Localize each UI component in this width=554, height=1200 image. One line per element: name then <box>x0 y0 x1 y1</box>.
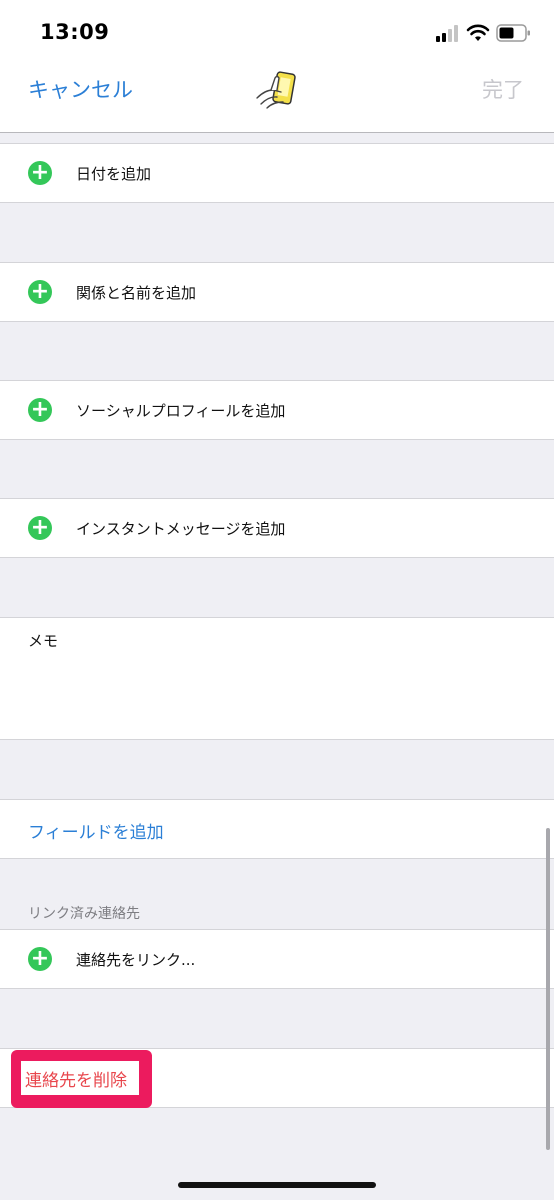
plus-circle-icon[interactable]: + <box>28 280 52 304</box>
status-time: 13:09 <box>40 20 110 44</box>
delete-highlight-box: 連絡先を削除 <box>11 1050 152 1108</box>
add-relation-row[interactable]: + 関係と名前を追加 <box>0 262 554 322</box>
add-field-row[interactable]: フィールドを追加 <box>0 799 554 859</box>
add-social-profile-label: ソーシャルプロフィールを追加 <box>76 402 286 420</box>
link-contact-label: 連絡先をリンク... <box>76 951 196 969</box>
signal-icon <box>436 25 458 42</box>
linked-contacts-header: リンク済み連絡先 <box>28 906 140 922</box>
wifi-icon <box>466 24 490 41</box>
scrollbar[interactable] <box>546 828 550 1150</box>
notes-field[interactable]: メモ <box>0 617 554 740</box>
cancel-button[interactable]: キャンセル <box>28 74 133 104</box>
home-indicator[interactable] <box>178 1182 376 1188</box>
add-date-label: 日付を追加 <box>76 165 152 183</box>
link-contact-row[interactable]: + 連絡先をリンク... <box>0 929 554 989</box>
done-button[interactable]: 完了 <box>482 74 524 104</box>
add-date-row[interactable]: + 日付を追加 <box>0 143 554 203</box>
notes-label: メモ <box>28 632 59 650</box>
nav-divider <box>0 132 554 133</box>
plus-circle-icon[interactable]: + <box>28 398 52 422</box>
add-field-button[interactable]: フィールドを追加 <box>28 818 164 843</box>
plus-circle-icon[interactable]: + <box>28 516 52 540</box>
add-instant-message-row[interactable]: + インスタントメッセージを追加 <box>0 498 554 558</box>
add-relation-label: 関係と名前を追加 <box>76 284 197 302</box>
plus-circle-icon[interactable]: + <box>28 161 52 185</box>
add-social-profile-row[interactable]: + ソーシャルプロフィールを追加 <box>0 380 554 440</box>
add-instant-message-label: インスタントメッセージを追加 <box>76 520 286 538</box>
delete-contact-button[interactable]: 連絡先を削除 <box>25 1066 127 1091</box>
phone-hand-icon <box>256 71 296 109</box>
delete-label-background: 連絡先を削除 <box>21 1061 139 1095</box>
plus-circle-icon[interactable]: + <box>28 947 52 971</box>
battery-icon <box>496 24 530 42</box>
